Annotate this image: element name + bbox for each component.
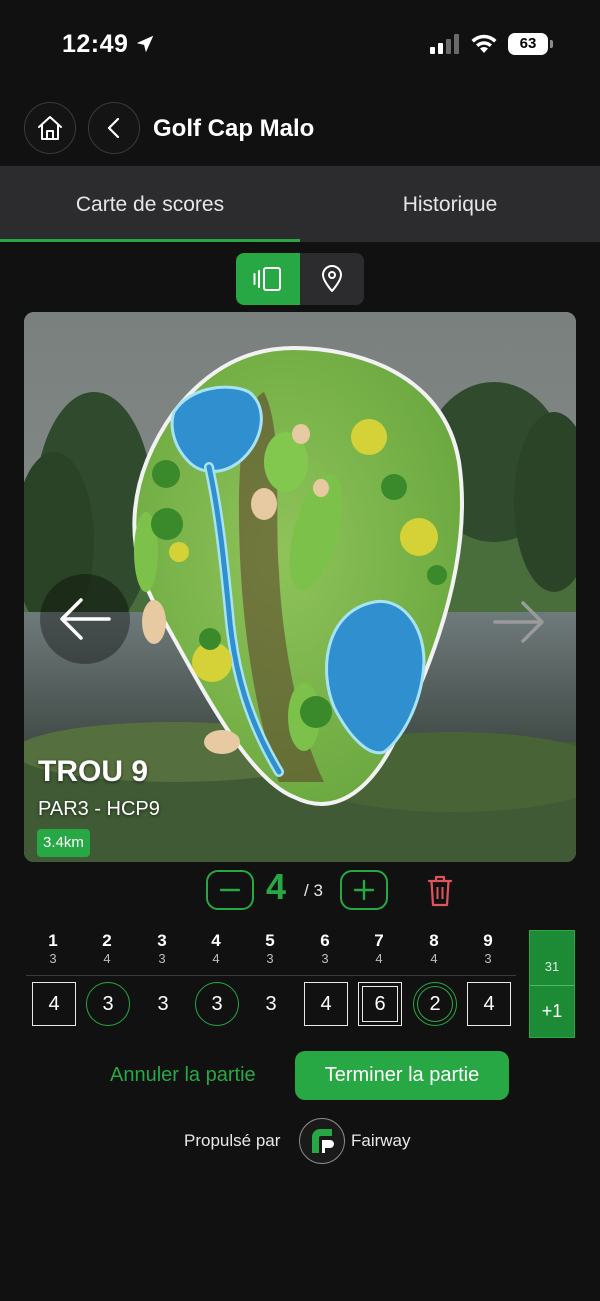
current-score: 4	[266, 866, 287, 907]
hole-score[interactable]: 3	[141, 982, 185, 1026]
hole-score[interactable]: 4	[467, 982, 511, 1026]
hole-par-handicap: PAR3 - HCP9	[38, 798, 160, 820]
hole-column[interactable]: 93	[461, 930, 515, 966]
hole-score[interactable]: 6	[358, 982, 402, 1026]
status-time: 12:49	[62, 30, 129, 58]
hole-score[interactable]: 2	[413, 982, 457, 1026]
hole-column[interactable]: 63	[298, 930, 352, 966]
hole-par: 4	[375, 951, 383, 966]
hole-title: TROU 9	[38, 755, 149, 788]
hole-column[interactable]: 74	[352, 930, 406, 966]
hole-par: 3	[266, 951, 274, 966]
minus-icon	[219, 888, 241, 892]
scorecard-view-button[interactable]	[236, 253, 300, 305]
map-pin-icon	[322, 265, 342, 292]
decrement-button[interactable]	[206, 870, 254, 910]
hole-par: 3	[49, 951, 57, 966]
arrow-right-icon	[493, 601, 544, 643]
page-title: Golf Cap Malo	[153, 115, 315, 142]
hole-par: 4	[430, 951, 438, 966]
back-button[interactable]	[88, 102, 140, 154]
plus-icon	[353, 879, 375, 901]
hole-par-label: / 3	[304, 881, 323, 900]
scorecard-divider	[26, 975, 516, 976]
previous-hole-button[interactable]	[40, 574, 130, 664]
next-hole-button[interactable]	[484, 587, 554, 657]
hole-number: 8	[429, 931, 439, 950]
brand-name: Fairway	[351, 1131, 411, 1150]
hole-number: 3	[157, 931, 167, 950]
total-summary: 31 +1	[529, 930, 575, 1038]
map-view-button[interactable]	[300, 253, 364, 305]
hole-score[interactable]: 3	[86, 982, 130, 1026]
view-toggle	[236, 253, 364, 305]
hole-number: 5	[265, 931, 275, 950]
battery-indicator: 63	[508, 33, 553, 55]
scorecard-view-icon	[253, 267, 281, 291]
location-arrow-icon	[136, 35, 154, 53]
trash-icon[interactable]	[426, 874, 454, 908]
hole-number: 9	[483, 931, 493, 950]
cancel-round-link[interactable]: Annuler la partie	[110, 1064, 256, 1087]
tab-scorecard[interactable]: Carte de scores	[0, 166, 300, 242]
home-button[interactable]	[24, 102, 76, 154]
finish-round-button[interactable]: Terminer la partie	[295, 1051, 509, 1100]
hole-par: 3	[484, 951, 492, 966]
fairway-logo[interactable]	[299, 1118, 345, 1164]
hole-number: 2	[102, 931, 112, 950]
hole-par: 4	[212, 951, 220, 966]
total-divider	[530, 985, 574, 986]
hole-column[interactable]: 44	[189, 930, 243, 966]
wifi-icon	[471, 34, 497, 53]
tab-history[interactable]: Historique	[300, 166, 600, 242]
fairway-logo-icon	[312, 1129, 334, 1153]
hole-par: 3	[158, 951, 166, 966]
cellular-signal-icon	[430, 34, 459, 54]
hole-score[interactable]: 4	[304, 982, 348, 1026]
status-bar: 12:49 63	[0, 0, 600, 90]
score-stepper: 4 / 3	[0, 866, 600, 914]
active-tab-indicator	[0, 239, 300, 242]
hole-number: 4	[211, 931, 221, 950]
hole-column[interactable]: 13	[26, 930, 80, 966]
arrow-left-icon	[60, 598, 111, 640]
hole-column[interactable]: 84	[407, 930, 461, 966]
hole-score[interactable]: 3	[249, 982, 293, 1026]
hole-par: 3	[321, 951, 329, 966]
hole-score[interactable]: 3	[195, 982, 239, 1026]
hole-par: 4	[103, 951, 111, 966]
total-par: 31	[544, 959, 560, 974]
powered-by-label: Propulsé par	[184, 1131, 281, 1150]
home-icon	[38, 116, 62, 140]
chevron-left-icon	[107, 117, 120, 139]
hole-number: 6	[320, 931, 330, 950]
hole-column[interactable]: 33	[135, 930, 189, 966]
tab-bar: Carte de scores Historique	[0, 166, 600, 242]
hole-number: 1	[48, 931, 58, 950]
increment-button[interactable]	[340, 870, 388, 910]
hole-column[interactable]: 53	[243, 930, 297, 966]
hole-card[interactable]: TROU 9 PAR3 - HCP9 3.4km	[24, 312, 576, 862]
score-to-par: +1	[541, 1001, 563, 1021]
nav-header: Golf Cap Malo	[0, 102, 600, 158]
hole-column[interactable]: 24	[80, 930, 134, 966]
hole-number: 7	[374, 931, 384, 950]
powered-by: Propulsé par Fairway	[0, 1118, 600, 1166]
hole-score[interactable]: 4	[32, 982, 76, 1026]
distance-badge: 3.4km	[37, 829, 90, 857]
